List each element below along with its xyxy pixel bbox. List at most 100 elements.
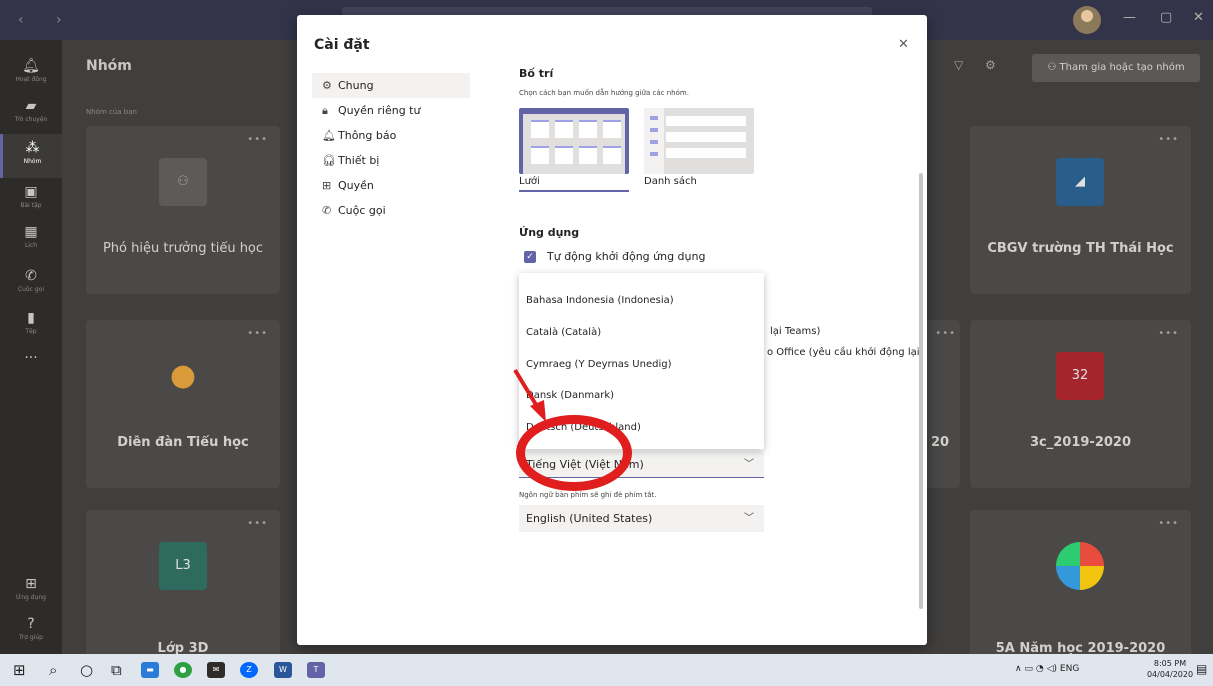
partial-option-text: lại Teams)	[770, 326, 821, 337]
team-card[interactable]: ••• ◢ CBGV trường TH Thái Học	[970, 126, 1191, 294]
join-icon: ⚇	[1047, 62, 1060, 73]
gear-icon: ⚙	[322, 79, 332, 92]
zalo-icon[interactable]: Z	[240, 662, 258, 678]
filter-icon[interactable]: ▽	[954, 58, 963, 72]
autostart-checkbox[interactable]: ✓	[524, 251, 536, 263]
windows-start-icon[interactable]: ⊞	[13, 661, 26, 679]
minimize-icon[interactable]: —	[1123, 10, 1136, 25]
back-forward-icon[interactable]: ‹ ›	[18, 12, 76, 28]
language-option[interactable]: Dansk (Danmark)	[526, 390, 614, 401]
dialog-title: Cài đặt	[314, 37, 370, 53]
more-options-icon[interactable]: •••	[1158, 518, 1179, 529]
avatar[interactable]	[1073, 6, 1101, 34]
team-card[interactable]: ••• ● Diễn đàn Tiểu học	[86, 320, 280, 488]
notification-icon[interactable]: ▤	[1196, 662, 1207, 676]
chevron-down-icon: ﹀	[744, 459, 754, 470]
language-option[interactable]: Català (Català)	[526, 327, 601, 338]
settings-dialog: Cài đặt ✕ ⚙ Chung 🔒︎ Quyền riêng tư 🔔︎ Thôn…	[297, 15, 927, 645]
selected-indicator	[519, 190, 629, 192]
bell-icon: 🔔︎	[322, 129, 336, 142]
language-option[interactable]: Bahasa Indonesia (Indonesia)	[526, 295, 674, 306]
bell-icon: 🔔︎	[22, 58, 40, 74]
team-card[interactable]: ••• L3 Lớp 3D	[86, 510, 280, 670]
settings-content: Bố trí Chọn cách bạn muốn dẫn hướng giữa…	[519, 15, 920, 645]
team-icon: ⚇	[159, 158, 207, 206]
menu-item-privacy[interactable]: 🔒︎ Quyền riêng tư	[312, 98, 470, 123]
settings-menu: ⚙ Chung 🔒︎ Quyền riêng tư 🔔︎ Thông báo 🎧︎ Th…	[312, 73, 470, 223]
lock-icon: 🔒︎	[322, 104, 328, 117]
search-icon[interactable]: ⌕	[49, 661, 57, 679]
keyboard-hint: Ngôn ngữ bàn phím sẽ ghi đè phím tắt.	[519, 491, 657, 499]
system-tray[interactable]: ∧ ▭ ◔ ◁) ENG	[1015, 664, 1079, 674]
language-option[interactable]: Cymraeg (Y Deyrnas Unedig)	[526, 359, 672, 370]
clock[interactable]: 8:05 PM 04/04/2020	[1145, 658, 1195, 680]
file-explorer-icon[interactable]: ▬	[141, 662, 159, 678]
task-view-icon[interactable]: ⧉	[111, 661, 122, 679]
page-title: Nhóm	[86, 58, 132, 74]
join-create-team-button[interactable]: ⚇ Tham gia hoặc tạo nhóm	[1032, 54, 1200, 82]
team-logo: ◢	[1056, 158, 1104, 206]
language-dropdown: Bahasa Indonesia (Indonesia) Català (Cat…	[519, 273, 764, 449]
list-thumbnail	[644, 108, 754, 174]
cortana-icon[interactable]: ○	[80, 661, 93, 679]
layout-grid-option[interactable]: Lưới	[519, 108, 629, 192]
permissions-icon: ⊞	[322, 179, 332, 192]
rail-calls[interactable]: ✆ Cuộc gọi	[0, 262, 62, 306]
rail-calendar[interactable]: ▦ Lịch	[0, 218, 62, 262]
phone-icon: ✆	[322, 204, 332, 217]
maximize-icon[interactable]: ▢	[1160, 10, 1172, 25]
apps-icon: ⊞	[25, 576, 37, 592]
rail-activity[interactable]: 🔔︎ Hoạt động	[0, 52, 62, 96]
team-card[interactable]: ••• 5A Năm học 2019-2020	[970, 510, 1191, 670]
menu-item-devices[interactable]: 🎧︎ Thiết bị	[312, 148, 470, 173]
help-icon: ?	[27, 616, 35, 632]
gear-icon[interactable]: ⚙	[985, 58, 996, 72]
mail-icon[interactable]: ✉	[207, 662, 225, 678]
chevron-up-icon[interactable]: ∧	[1015, 664, 1022, 674]
rail-help[interactable]: ? Trợ giúp	[0, 610, 62, 654]
language-indicator[interactable]: ENG	[1060, 664, 1079, 674]
chevron-down-icon: ﹀	[744, 513, 754, 524]
rail-assignments[interactable]: ▣ Bài tập	[0, 178, 62, 222]
chat-bubbles-icon: ●	[169, 358, 197, 393]
menu-item-notifications[interactable]: 🔔︎ Thông báo	[312, 123, 470, 148]
app-rail: 🔔︎ Hoạt động ▰ Trò chuyện ⁂ Nhóm ▣ Bài tập ▦…	[0, 40, 62, 654]
language-option[interactable]: Deutsch (Deutschland)	[526, 422, 641, 433]
teams-taskbar-icon[interactable]: T	[307, 662, 325, 678]
battery-icon: ▭	[1024, 664, 1033, 674]
chat-icon: ▰	[25, 98, 37, 114]
app-section-title: Ứng dụng	[519, 226, 580, 239]
layout-list-option[interactable]: Danh sách	[644, 108, 754, 191]
team-tile: L3	[159, 542, 207, 590]
keyboard-language-select[interactable]: English (United States) ﹀	[519, 505, 764, 532]
chrome-icon[interactable]: ●	[174, 662, 192, 678]
menu-item-general[interactable]: ⚙ Chung	[312, 73, 470, 98]
team-card[interactable]: ••• ⚇ Phó hiệu trưởng tiểu học	[86, 126, 280, 294]
team-card[interactable]: ••• 32 3c_2019-2020	[970, 320, 1191, 488]
taskbar: ⊞ ⌕ ○ ⧉ ▬ ● ✉ Z W T ∧ ▭ ◔ ◁) ENG 8:05 PM…	[0, 654, 1213, 686]
app-language-select[interactable]: Tiếng Việt (Việt Nam) ﹀	[519, 451, 764, 478]
file-icon: ▮	[27, 310, 35, 326]
network-icon: ◔	[1035, 664, 1044, 674]
rail-chat[interactable]: ▰ Trò chuyện	[0, 92, 62, 136]
section-label: Nhóm của bạn	[86, 108, 137, 116]
more-options-icon[interactable]: •••	[247, 134, 268, 145]
teams-icon: ⁂	[25, 140, 40, 156]
rail-teams[interactable]: ⁂ Nhóm	[0, 134, 62, 178]
rail-more[interactable]: ...	[0, 340, 62, 384]
word-icon[interactable]: W	[274, 662, 292, 678]
more-options-icon[interactable]: •••	[247, 328, 268, 339]
team-tile: 32	[1056, 352, 1104, 400]
scrollbar[interactable]	[919, 173, 923, 609]
close-window-icon[interactable]: ✕	[1193, 10, 1204, 25]
menu-item-calls[interactable]: ✆ Cuộc gọi	[312, 198, 470, 223]
more-options-icon[interactable]: •••	[1158, 134, 1179, 145]
more-options-icon[interactable]: •••	[1158, 328, 1179, 339]
team-logo	[1056, 542, 1104, 590]
more-options-icon[interactable]: •••	[247, 518, 268, 529]
rail-apps[interactable]: ⊞ Ứng dụng	[0, 570, 62, 614]
phone-icon: ✆	[25, 268, 37, 284]
more-options-icon[interactable]: •••	[935, 328, 956, 339]
layout-title: Bố trí	[519, 67, 554, 80]
menu-item-permissions[interactable]: ⊞ Quyền	[312, 173, 470, 198]
